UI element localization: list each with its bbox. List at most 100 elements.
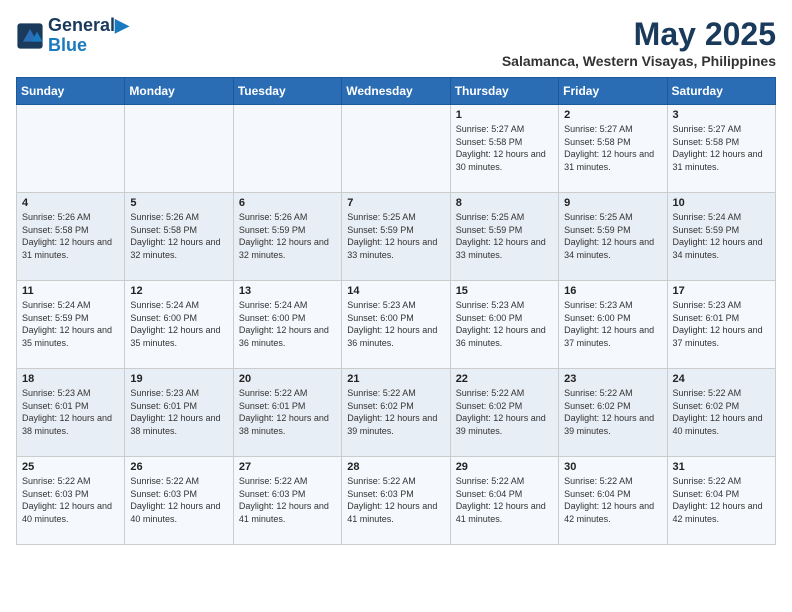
day-number: 18 <box>22 373 119 385</box>
day-number: 19 <box>130 373 227 385</box>
title-block: May 2025 Salamanca, Western Visayas, Phi… <box>502 16 776 69</box>
day-number: 1 <box>456 109 553 121</box>
calendar-cell: 2 Sunrise: 5:27 AM Sunset: 5:58 PM Dayli… <box>559 105 667 193</box>
calendar-cell: 3 Sunrise: 5:27 AM Sunset: 5:58 PM Dayli… <box>667 105 775 193</box>
calendar-cell: 1 Sunrise: 5:27 AM Sunset: 5:58 PM Dayli… <box>450 105 558 193</box>
day-detail: Sunrise: 5:22 AM Sunset: 6:04 PM Dayligh… <box>564 475 661 525</box>
weekday-header-monday: Monday <box>125 78 233 105</box>
logo: General▶ Blue <box>16 16 129 56</box>
day-detail: Sunrise: 5:24 AM Sunset: 6:00 PM Dayligh… <box>239 299 336 349</box>
calendar-cell: 23 Sunrise: 5:22 AM Sunset: 6:02 PM Dayl… <box>559 369 667 457</box>
day-number: 23 <box>564 373 661 385</box>
day-detail: Sunrise: 5:22 AM Sunset: 6:02 PM Dayligh… <box>564 387 661 437</box>
day-detail: Sunrise: 5:22 AM Sunset: 6:03 PM Dayligh… <box>22 475 119 525</box>
calendar-cell: 19 Sunrise: 5:23 AM Sunset: 6:01 PM Dayl… <box>125 369 233 457</box>
day-number: 29 <box>456 461 553 473</box>
day-number: 13 <box>239 285 336 297</box>
day-number: 27 <box>239 461 336 473</box>
day-detail: Sunrise: 5:25 AM Sunset: 5:59 PM Dayligh… <box>456 211 553 261</box>
day-number: 20 <box>239 373 336 385</box>
day-number: 28 <box>347 461 444 473</box>
day-detail: Sunrise: 5:24 AM Sunset: 5:59 PM Dayligh… <box>673 211 770 261</box>
logo-text: General▶ Blue <box>48 16 129 56</box>
calendar-cell: 6 Sunrise: 5:26 AM Sunset: 5:59 PM Dayli… <box>233 193 341 281</box>
day-detail: Sunrise: 5:24 AM Sunset: 5:59 PM Dayligh… <box>22 299 119 349</box>
weekday-header-wednesday: Wednesday <box>342 78 450 105</box>
calendar-cell <box>342 105 450 193</box>
day-number: 9 <box>564 197 661 209</box>
day-detail: Sunrise: 5:23 AM Sunset: 6:01 PM Dayligh… <box>673 299 770 349</box>
calendar-cell: 5 Sunrise: 5:26 AM Sunset: 5:58 PM Dayli… <box>125 193 233 281</box>
weekday-header-sunday: Sunday <box>17 78 125 105</box>
calendar-cell: 10 Sunrise: 5:24 AM Sunset: 5:59 PM Dayl… <box>667 193 775 281</box>
day-detail: Sunrise: 5:22 AM Sunset: 6:02 PM Dayligh… <box>347 387 444 437</box>
day-detail: Sunrise: 5:27 AM Sunset: 5:58 PM Dayligh… <box>673 123 770 173</box>
calendar-cell: 30 Sunrise: 5:22 AM Sunset: 6:04 PM Dayl… <box>559 457 667 545</box>
calendar-cell: 21 Sunrise: 5:22 AM Sunset: 6:02 PM Dayl… <box>342 369 450 457</box>
calendar-cell: 27 Sunrise: 5:22 AM Sunset: 6:03 PM Dayl… <box>233 457 341 545</box>
calendar-cell: 18 Sunrise: 5:23 AM Sunset: 6:01 PM Dayl… <box>17 369 125 457</box>
day-number: 31 <box>673 461 770 473</box>
day-detail: Sunrise: 5:23 AM Sunset: 6:01 PM Dayligh… <box>22 387 119 437</box>
page-header: General▶ Blue May 2025 Salamanca, Wester… <box>16 16 776 69</box>
calendar-cell: 22 Sunrise: 5:22 AM Sunset: 6:02 PM Dayl… <box>450 369 558 457</box>
day-number: 15 <box>456 285 553 297</box>
calendar-cell: 11 Sunrise: 5:24 AM Sunset: 5:59 PM Dayl… <box>17 281 125 369</box>
day-number: 4 <box>22 197 119 209</box>
day-detail: Sunrise: 5:25 AM Sunset: 5:59 PM Dayligh… <box>564 211 661 261</box>
day-detail: Sunrise: 5:26 AM Sunset: 5:58 PM Dayligh… <box>22 211 119 261</box>
day-number: 8 <box>456 197 553 209</box>
day-number: 5 <box>130 197 227 209</box>
day-detail: Sunrise: 5:27 AM Sunset: 5:58 PM Dayligh… <box>456 123 553 173</box>
calendar-cell <box>17 105 125 193</box>
day-number: 17 <box>673 285 770 297</box>
calendar-table: SundayMondayTuesdayWednesdayThursdayFrid… <box>16 77 776 545</box>
day-detail: Sunrise: 5:27 AM Sunset: 5:58 PM Dayligh… <box>564 123 661 173</box>
weekday-header-thursday: Thursday <box>450 78 558 105</box>
calendar-cell: 20 Sunrise: 5:22 AM Sunset: 6:01 PM Dayl… <box>233 369 341 457</box>
day-detail: Sunrise: 5:22 AM Sunset: 6:02 PM Dayligh… <box>456 387 553 437</box>
weekday-header-tuesday: Tuesday <box>233 78 341 105</box>
day-number: 7 <box>347 197 444 209</box>
calendar-cell: 16 Sunrise: 5:23 AM Sunset: 6:00 PM Dayl… <box>559 281 667 369</box>
day-detail: Sunrise: 5:22 AM Sunset: 6:03 PM Dayligh… <box>347 475 444 525</box>
day-detail: Sunrise: 5:24 AM Sunset: 6:00 PM Dayligh… <box>130 299 227 349</box>
day-detail: Sunrise: 5:26 AM Sunset: 5:59 PM Dayligh… <box>239 211 336 261</box>
day-detail: Sunrise: 5:23 AM Sunset: 6:00 PM Dayligh… <box>564 299 661 349</box>
month-title: May 2025 <box>502 16 776 53</box>
calendar-cell: 25 Sunrise: 5:22 AM Sunset: 6:03 PM Dayl… <box>17 457 125 545</box>
day-number: 11 <box>22 285 119 297</box>
day-number: 30 <box>564 461 661 473</box>
calendar-cell: 8 Sunrise: 5:25 AM Sunset: 5:59 PM Dayli… <box>450 193 558 281</box>
day-detail: Sunrise: 5:22 AM Sunset: 6:04 PM Dayligh… <box>673 475 770 525</box>
day-number: 25 <box>22 461 119 473</box>
day-number: 6 <box>239 197 336 209</box>
day-number: 12 <box>130 285 227 297</box>
calendar-cell: 31 Sunrise: 5:22 AM Sunset: 6:04 PM Dayl… <box>667 457 775 545</box>
location: Salamanca, Western Visayas, Philippines <box>502 53 776 69</box>
calendar-cell <box>125 105 233 193</box>
calendar-cell: 29 Sunrise: 5:22 AM Sunset: 6:04 PM Dayl… <box>450 457 558 545</box>
day-number: 24 <box>673 373 770 385</box>
day-detail: Sunrise: 5:25 AM Sunset: 5:59 PM Dayligh… <box>347 211 444 261</box>
calendar-cell: 14 Sunrise: 5:23 AM Sunset: 6:00 PM Dayl… <box>342 281 450 369</box>
calendar-cell: 9 Sunrise: 5:25 AM Sunset: 5:59 PM Dayli… <box>559 193 667 281</box>
calendar-cell: 24 Sunrise: 5:22 AM Sunset: 6:02 PM Dayl… <box>667 369 775 457</box>
calendar-cell: 7 Sunrise: 5:25 AM Sunset: 5:59 PM Dayli… <box>342 193 450 281</box>
calendar-cell: 12 Sunrise: 5:24 AM Sunset: 6:00 PM Dayl… <box>125 281 233 369</box>
day-detail: Sunrise: 5:22 AM Sunset: 6:04 PM Dayligh… <box>456 475 553 525</box>
day-number: 10 <box>673 197 770 209</box>
day-number: 26 <box>130 461 227 473</box>
calendar-cell: 15 Sunrise: 5:23 AM Sunset: 6:00 PM Dayl… <box>450 281 558 369</box>
calendar-cell: 17 Sunrise: 5:23 AM Sunset: 6:01 PM Dayl… <box>667 281 775 369</box>
day-number: 16 <box>564 285 661 297</box>
weekday-header-friday: Friday <box>559 78 667 105</box>
day-detail: Sunrise: 5:22 AM Sunset: 6:02 PM Dayligh… <box>673 387 770 437</box>
calendar-cell: 13 Sunrise: 5:24 AM Sunset: 6:00 PM Dayl… <box>233 281 341 369</box>
calendar-cell: 4 Sunrise: 5:26 AM Sunset: 5:58 PM Dayli… <box>17 193 125 281</box>
logo-icon <box>16 22 44 50</box>
day-number: 14 <box>347 285 444 297</box>
day-detail: Sunrise: 5:22 AM Sunset: 6:03 PM Dayligh… <box>130 475 227 525</box>
day-detail: Sunrise: 5:23 AM Sunset: 6:00 PM Dayligh… <box>347 299 444 349</box>
day-detail: Sunrise: 5:22 AM Sunset: 6:03 PM Dayligh… <box>239 475 336 525</box>
